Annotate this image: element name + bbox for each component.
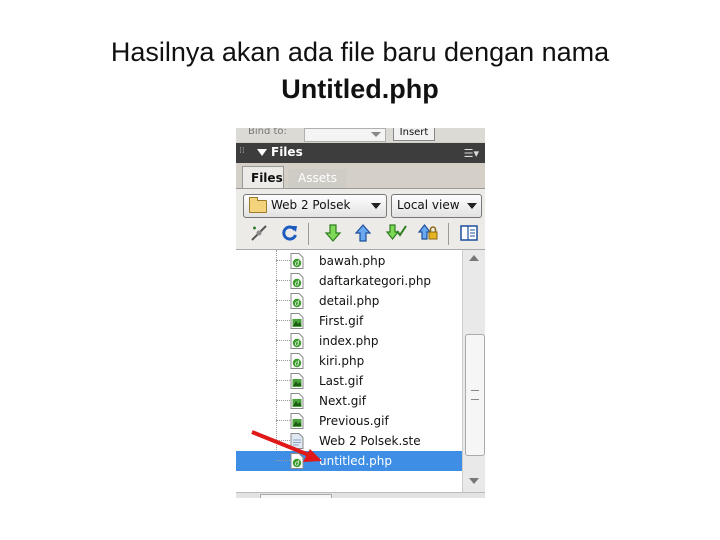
title-line-2: Untitled.php (281, 74, 439, 104)
bind-to-select[interactable] (304, 128, 386, 142)
file-name: Previous.gif (319, 414, 389, 428)
file-name: bawah.php (319, 254, 386, 268)
put-files-icon[interactable] (352, 222, 374, 244)
toolbar-divider (448, 223, 449, 245)
chevron-down-icon (467, 203, 477, 209)
svg-text:d: d (295, 460, 300, 468)
chevron-down-icon (371, 203, 381, 209)
view-select[interactable]: Local view (391, 194, 482, 218)
php-file-icon: d (290, 253, 304, 269)
expand-icon[interactable] (458, 222, 480, 244)
panel-title: Files (271, 145, 303, 159)
tree-branch (276, 340, 290, 341)
file-row[interactable]: d detail.php (236, 291, 462, 311)
scroll-thumb[interactable] (260, 494, 332, 498)
collapse-triangle-icon[interactable] (257, 149, 267, 156)
bind-to-label: Bind to: (248, 128, 287, 137)
svg-text:d: d (295, 360, 300, 368)
tab-files[interactable]: Files (242, 166, 284, 188)
view-select-label: Local view (397, 198, 460, 212)
site-select[interactable]: Web 2 Polsek (243, 194, 387, 218)
file-row[interactable]: First.gif (236, 311, 462, 331)
get-files-icon[interactable] (322, 222, 344, 244)
file-name: index.php (319, 334, 379, 348)
gif-file-icon (290, 313, 304, 329)
gif-file-icon (290, 373, 304, 389)
file-name: daftarkategori.php (319, 274, 432, 288)
vertical-scrollbar[interactable] (462, 250, 485, 492)
panel-header[interactable]: ⁞⁞ Files ☰▾ (236, 143, 485, 163)
file-row[interactable]: d daftarkategori.php (236, 271, 462, 291)
horizontal-scrollbar[interactable] (236, 492, 485, 498)
file-row[interactable]: d kiri.php (236, 351, 462, 371)
connect-icon[interactable] (248, 222, 270, 244)
file-row[interactable]: d untitled.php (236, 451, 462, 471)
grip-icon[interactable]: ⁞⁞ (239, 146, 245, 156)
svg-text:d: d (295, 300, 300, 308)
file-name: Web 2 Polsek.ste (319, 434, 421, 448)
tree-branch (276, 420, 290, 421)
file-row[interactable]: Previous.gif (236, 411, 462, 431)
tree-branch (276, 380, 290, 381)
file-name: untitled.php (319, 454, 392, 468)
file-name: First.gif (319, 314, 364, 328)
file-name: detail.php (319, 294, 380, 308)
files-panel: Bind to: Insert ⁞⁞ Files ☰▾ Files Assets… (236, 128, 485, 498)
tree-branch (276, 300, 290, 301)
bind-to-row: Bind to: Insert (236, 128, 485, 142)
svg-text:d: d (295, 260, 300, 268)
tree-branch (276, 400, 290, 401)
site-select-label: Web 2 Polsek (271, 198, 351, 212)
scroll-thumb[interactable] (465, 334, 485, 456)
tree-branch (276, 280, 290, 281)
toolbar-divider (308, 223, 309, 245)
php-file-icon: d (290, 293, 304, 309)
file-row[interactable]: Last.gif (236, 371, 462, 391)
tree-branch (276, 260, 290, 261)
file-row[interactable]: Next.gif (236, 391, 462, 411)
file-row[interactable]: d index.php (236, 331, 462, 351)
check-out-icon[interactable] (385, 222, 407, 244)
php-file-icon: d (290, 273, 304, 289)
file-row[interactable]: d bawah.php (236, 251, 462, 271)
gif-file-icon (290, 413, 304, 429)
file-name: Next.gif (319, 394, 366, 408)
scroll-down-icon[interactable] (469, 478, 479, 484)
php-file-icon: d (290, 333, 304, 349)
gif-file-icon (290, 393, 304, 409)
title-line-1: Hasilnya akan ada file baru dengan nama (110, 37, 610, 67)
file-list[interactable]: d bawah.php d daftarkategori.php d detail.php… (236, 250, 462, 492)
file-name: Last.gif (319, 374, 363, 388)
file-toolbar (236, 219, 485, 250)
insert-button[interactable]: Insert (393, 128, 435, 141)
chevron-down-icon (371, 132, 381, 137)
folder-icon (249, 197, 267, 213)
svg-text:d: d (295, 280, 300, 288)
php-file-icon: d (290, 353, 304, 369)
panel-options-icon[interactable]: ☰▾ (464, 147, 479, 160)
svg-text:d: d (295, 340, 300, 348)
site-toolbar: Web 2 Polsek Local view (236, 189, 485, 219)
tree-branch (276, 460, 290, 461)
tree-branch (276, 440, 290, 441)
tree-branch (276, 360, 290, 361)
scroll-up-icon[interactable] (469, 255, 479, 261)
slide-title: Hasilnya akan ada file baru dengan nama … (0, 34, 720, 108)
tree-branch (276, 320, 290, 321)
file-name: kiri.php (319, 354, 365, 368)
ste-file-icon (290, 433, 304, 449)
file-row[interactable]: Web 2 Polsek.ste (236, 431, 462, 451)
php-file-icon: d (290, 453, 304, 469)
check-in-icon[interactable] (417, 222, 439, 244)
tab-assets[interactable]: Assets (288, 169, 346, 188)
grip-icon (471, 390, 479, 400)
panel-tabs: Files Assets (236, 164, 485, 189)
refresh-icon[interactable] (279, 222, 301, 244)
